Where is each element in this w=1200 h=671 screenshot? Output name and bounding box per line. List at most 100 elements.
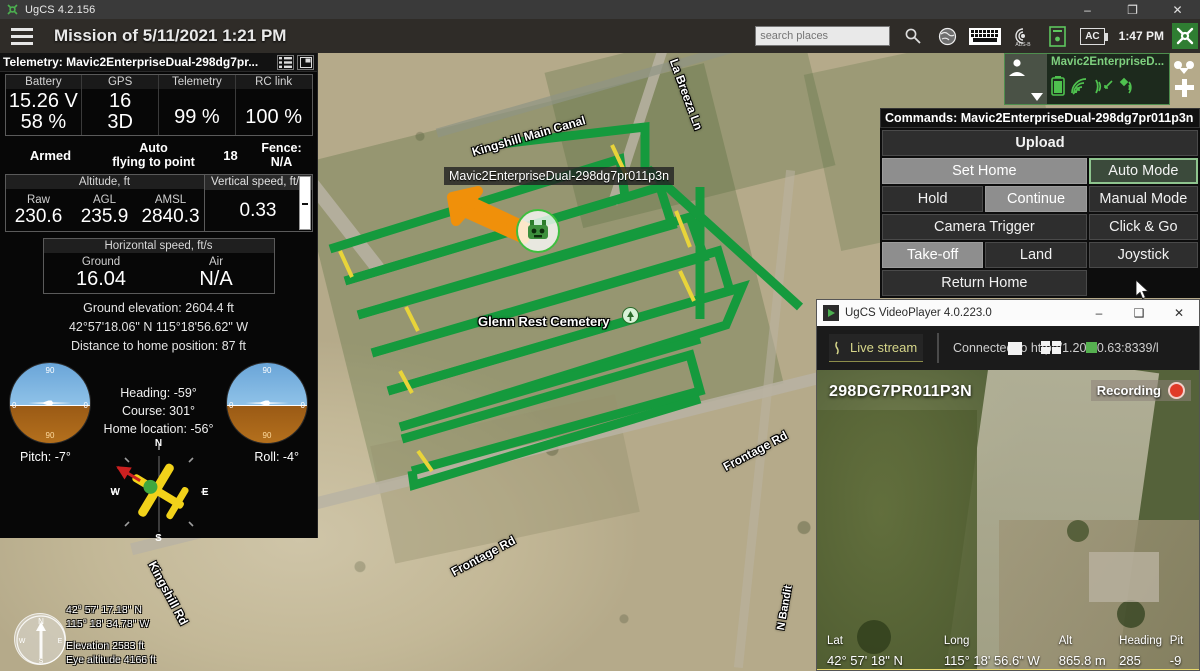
video-player-title: UgCS VideoPlayer 4.0.223.0 xyxy=(845,307,992,319)
distance-to-home: Distance to home position: 87 ft xyxy=(70,339,247,353)
stat-value-primary: 16 xyxy=(109,90,132,112)
map-coord-lat: 42° 57' 17.18" N xyxy=(66,604,142,616)
video-long-label: Long xyxy=(943,635,970,647)
altitude-raw-label: Raw xyxy=(26,193,50,206)
pitch-label: Pitch: -7° xyxy=(20,450,71,464)
map-compass-icon[interactable]: N E S W xyxy=(14,613,66,665)
commands-left-column: Set Home Hold Continue Camera Trigger Ta… xyxy=(882,158,1087,296)
video-close-button[interactable]: ✕ xyxy=(1159,300,1199,326)
video-tree xyxy=(1067,520,1089,542)
pitch-tick-bottom: 90 xyxy=(45,431,55,440)
live-stream-icon xyxy=(835,341,839,354)
vertical-speed-panel: Vertical speed, ft/s 0.33 xyxy=(204,174,313,232)
altitude-amsl-label: AMSL xyxy=(154,193,187,206)
add-vehicle-button[interactable] xyxy=(1170,55,1198,103)
altitude-panel: Altitude, ft Raw 230.6 AGL 235.9 AMSL 28… xyxy=(4,174,205,232)
video-alt-label: Alt xyxy=(1058,635,1073,647)
roll-indicator: 90 90 0 0 xyxy=(226,362,308,444)
add-vehicle-icon xyxy=(1174,61,1194,97)
tree-icon xyxy=(627,310,634,321)
vertical-speed-label: Vertical speed, ft/s xyxy=(204,175,312,190)
manual-mode-button[interactable]: Manual Mode xyxy=(1088,186,1198,212)
stat-label: RC link xyxy=(235,75,312,89)
telemetry-panel: Telemetry: Mavic2EnterpriseDual-298dg7pr… xyxy=(0,53,318,544)
render-artifact xyxy=(1086,342,1097,353)
popout-window-icon[interactable] xyxy=(297,54,314,70)
video-pitch-value: -9 xyxy=(1169,653,1182,668)
telemetry-top-stats: Battery 15.26 V 58 % GPS 16 3D Telemetry… xyxy=(4,74,313,136)
telemetry-panel-header: Telemetry: Mavic2EnterpriseDual-298dg7pr… xyxy=(0,53,317,72)
telemetry-info-lines: Ground elevation: 2604.4 ft 42°57'18.06"… xyxy=(0,299,317,356)
close-button[interactable]: ✕ xyxy=(1155,0,1200,19)
hold-button[interactable]: Hold xyxy=(882,186,984,212)
vehicle-thumbnail xyxy=(1005,54,1047,104)
video-stream-view[interactable]: 298DG7PR011P3N Recording Lat 42° 57' 18"… xyxy=(817,370,1199,670)
search-icon[interactable] xyxy=(899,23,927,49)
clock: 1:47 PM xyxy=(1118,29,1164,43)
video-heading-value: 285 xyxy=(1119,653,1141,668)
vehicle-widget[interactable]: Mavic2EnterpriseD... xyxy=(1004,53,1170,105)
camera-trigger-button[interactable]: Camera Trigger xyxy=(882,214,1087,240)
auto-mode-button[interactable]: Auto Mode xyxy=(1088,158,1198,184)
video-overlay-vehicle-name: 298DG7PR011P3N xyxy=(829,383,972,400)
hamburger-menu-icon[interactable] xyxy=(4,19,40,53)
telemetry-altitude-block: Altitude, ft Raw 230.6 AGL 235.9 AMSL 28… xyxy=(4,174,313,232)
keyboard-icon[interactable] xyxy=(967,23,1003,49)
altitude-amsl: AMSL 2840.3 xyxy=(138,189,204,231)
take-off-button[interactable]: Take-off xyxy=(882,242,984,268)
gps-satellite-icon xyxy=(1119,77,1132,93)
vehicle-name: Mavic2EnterpriseD... xyxy=(1051,56,1165,68)
render-artifact xyxy=(1052,347,1061,354)
video-minimize-button[interactable]: – xyxy=(1079,300,1119,326)
telemetry-stat-telemetry: Telemetry 99 % xyxy=(159,75,236,135)
joystick-button[interactable]: Joystick xyxy=(1088,242,1198,268)
set-home-button[interactable]: Set Home xyxy=(882,158,1087,184)
live-stream-tab[interactable]: Live stream xyxy=(829,334,923,362)
record-dot-icon[interactable] xyxy=(1168,382,1185,399)
render-artifact xyxy=(1041,341,1050,346)
upload-button[interactable]: Upload xyxy=(882,130,1198,156)
stat-value-secondary: 58 % xyxy=(20,111,67,133)
video-player-window: UgCS VideoPlayer 4.0.223.0 – ❑ ✕ Live st… xyxy=(816,299,1200,671)
air-speed-value: N/A xyxy=(199,268,233,290)
stat-value-primary: 100 % xyxy=(245,106,302,128)
server-icon[interactable] xyxy=(1043,23,1071,49)
telemetry-stat-rc-link: RC link 100 % xyxy=(235,75,312,135)
video-player-titlebar: UgCS VideoPlayer 4.0.223.0 – ❑ ✕ xyxy=(817,300,1199,326)
video-play-icon xyxy=(823,305,839,321)
search-input[interactable] xyxy=(755,26,891,46)
stat-label: Telemetry xyxy=(159,75,235,89)
video-player-toolbar: Live stream Connected to http://1.20.10.… xyxy=(817,326,1199,370)
svg-text:E: E xyxy=(58,638,63,645)
maximize-button[interactable]: ❐ xyxy=(1110,0,1155,19)
drone-label-callout: Mavic2EnterpriseDual-298dg7pr011p3n xyxy=(444,167,675,185)
window-title: UgCS 4.2.156 xyxy=(25,3,96,16)
chevron-down-icon[interactable] xyxy=(1030,92,1044,102)
video-maximize-button[interactable]: ❑ xyxy=(1119,300,1159,326)
rc-link-icon xyxy=(1095,79,1113,93)
return-home-button[interactable]: Return Home xyxy=(882,270,1087,296)
list-settings-icon[interactable] xyxy=(277,54,294,70)
compass-rose-icon: N E S W xyxy=(16,615,66,665)
map-poi-marker-icon[interactable] xyxy=(622,307,639,324)
vehicle-status-icons xyxy=(1047,68,1169,104)
fence-label: Fence: xyxy=(261,141,302,155)
adsb-icon[interactable]: ADS-B xyxy=(1009,23,1037,49)
telemetry-signal-icon xyxy=(1071,77,1087,95)
land-button[interactable]: Land xyxy=(985,242,1087,268)
continue-button[interactable]: Continue xyxy=(985,186,1087,212)
course-value: Course: 301° xyxy=(121,404,196,418)
ugcs-green-logo-icon[interactable] xyxy=(1172,23,1198,49)
attitude-indicators: 90 90 0 0 Pitch: -7° 90 90 0 0 Roll: -4°… xyxy=(0,362,317,547)
recording-label: Recording xyxy=(1096,383,1161,398)
drone-marker-icon[interactable] xyxy=(516,209,560,253)
click-and-go-button[interactable]: Click & Go xyxy=(1088,214,1198,240)
stat-label: Battery xyxy=(5,75,82,89)
map-eye-altitude: Eye altitude 4166 ft xyxy=(66,654,156,666)
minimize-button[interactable]: – xyxy=(1065,0,1110,19)
heading-value: Heading: -59° xyxy=(120,386,197,400)
svg-text:ADS-B: ADS-B xyxy=(1016,42,1032,47)
altitude-amsl-value: 2840.3 xyxy=(141,205,200,227)
status-badge-power: AC xyxy=(1080,27,1109,45)
globe-icon[interactable] xyxy=(933,23,961,49)
